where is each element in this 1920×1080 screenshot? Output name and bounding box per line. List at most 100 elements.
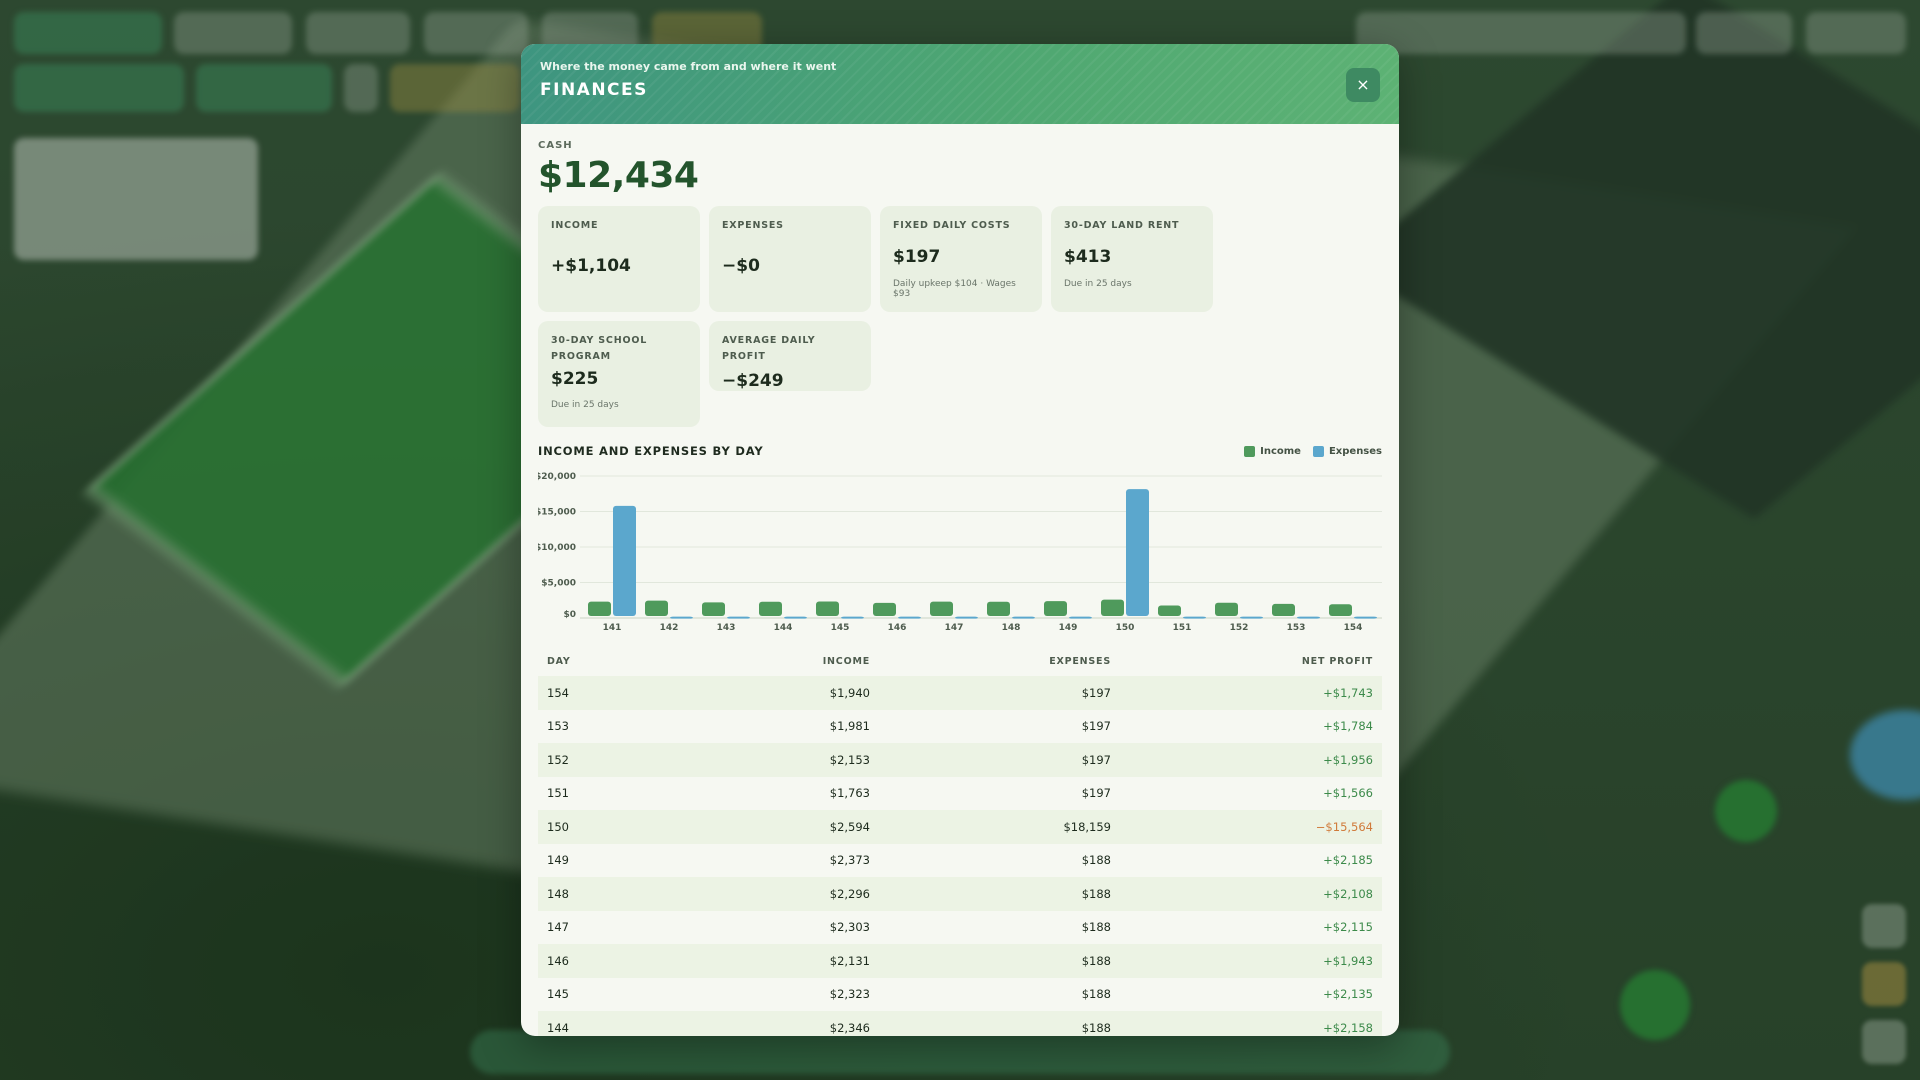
x-tick-label: 145 xyxy=(831,623,850,633)
card-value: +$1,104 xyxy=(551,256,631,276)
net-profit-cell: +$1,566 xyxy=(1323,786,1373,801)
legend-expenses-label: Expenses xyxy=(1328,445,1382,457)
expenses-cell: $18,159 xyxy=(1063,819,1111,834)
net-profit-cell: +$2,115 xyxy=(1323,920,1373,935)
net-profit-cell: −$15,564 xyxy=(1315,819,1373,834)
col-day-header: DAY xyxy=(547,655,571,667)
expenses-bar xyxy=(727,616,750,619)
card-label: AVERAGE DAILY PROFIT xyxy=(722,335,816,362)
card-label: 30-DAY LAND RENT xyxy=(1064,220,1180,231)
summary-cards: INCOME +$1,104 EXPENSES −$0 FIXED DAILY … xyxy=(538,206,1382,427)
cash-label: CASH xyxy=(538,140,573,151)
income-cell: $2,373 xyxy=(829,853,870,868)
y-tick-label: $15,000 xyxy=(538,508,576,518)
income-bar xyxy=(987,601,1010,616)
card-value: $413 xyxy=(1064,247,1112,267)
day-cell: 146 xyxy=(547,953,569,968)
x-tick-label: 151 xyxy=(1173,623,1192,633)
table-header: DAY INCOME EXPENSES NET PROFIT xyxy=(538,646,1382,676)
card-label: 30-DAY SCHOOL PROGRAM xyxy=(551,335,648,362)
card-value: −$0 xyxy=(722,256,760,276)
table-row: 154 $1,940 $197 +$1,743 xyxy=(538,676,1382,710)
table-body: 154 $1,940 $197 +$1,743 153 $1,981 $197 +$1,784… xyxy=(538,676,1382,1036)
col-income-header: INCOME xyxy=(822,655,870,667)
school-program-card: 30-DAY SCHOOL PROGRAM $225 Due in 25 day… xyxy=(538,321,700,427)
card-value: −$249 xyxy=(722,371,784,391)
day-cell: 153 xyxy=(547,719,569,734)
x-tick-label: 147 xyxy=(945,623,964,633)
income-cell: $2,131 xyxy=(829,953,870,968)
expenses-cell: $188 xyxy=(1081,987,1111,1002)
col-net-header: NET PROFIT xyxy=(1301,655,1373,667)
income-cell: $1,981 xyxy=(829,719,870,734)
x-tick-label: 154 xyxy=(1344,623,1363,633)
net-profit-cell: +$2,185 xyxy=(1323,853,1373,868)
income-cell: $2,153 xyxy=(829,752,870,767)
table-row: 148 $2,296 $188 +$2,108 xyxy=(538,877,1382,911)
expenses-bar xyxy=(1354,616,1377,619)
day-cell: 151 xyxy=(547,786,569,801)
chart-header: INCOME AND EXPENSES BY DAY Income Expens… xyxy=(538,444,1382,458)
income-cell: $2,296 xyxy=(829,886,870,901)
table-row: 145 $2,323 $188 +$2,135 xyxy=(538,978,1382,1012)
day-cell: 145 xyxy=(547,987,569,1002)
net-profit-cell: +$2,158 xyxy=(1323,1020,1373,1035)
finances-modal: Where the money came from and where it w… xyxy=(521,44,1399,1036)
income-bar xyxy=(702,602,725,616)
x-tick-label: 148 xyxy=(1002,623,1021,633)
x-tick-label: 141 xyxy=(603,623,622,633)
card-note: Due in 25 days xyxy=(551,400,619,410)
expenses-bar xyxy=(670,616,693,619)
expenses-bar xyxy=(784,616,807,619)
income-expenses-chart: $0 $5,000 $10,000 $15,000 $20,000 141 142 143 14… xyxy=(538,468,1382,636)
table-row: 146 $2,131 $188 +$1,943 xyxy=(538,944,1382,978)
income-bar xyxy=(588,601,611,616)
income-cell: $2,346 xyxy=(829,1020,870,1035)
chart-svg: $0 $5,000 $10,000 $15,000 $20,000 141 142 143 14… xyxy=(538,472,1382,633)
income-bar xyxy=(816,601,839,616)
table-row: 151 $1,763 $197 +$1,566 xyxy=(538,777,1382,811)
income-bar xyxy=(873,602,896,616)
y-tick-label: $5,000 xyxy=(541,579,576,589)
expenses-cell: $197 xyxy=(1081,719,1111,734)
card-note: Daily upkeep $104 · Wages $93 xyxy=(893,279,1016,299)
income-cell: $1,763 xyxy=(829,786,870,801)
expenses-bar xyxy=(1012,616,1035,619)
income-cell: $2,323 xyxy=(829,987,870,1002)
close-icon: × xyxy=(1356,75,1370,94)
expenses-cell: $188 xyxy=(1081,886,1111,901)
expenses-bar xyxy=(1240,616,1263,619)
land-rent-card: 30-DAY LAND RENT $413 Due in 25 days xyxy=(1051,206,1213,312)
legend-income: Income xyxy=(1244,445,1301,457)
income-bar xyxy=(759,601,782,616)
card-value: $197 xyxy=(893,247,941,267)
net-profit-cell: +$1,743 xyxy=(1323,685,1373,700)
net-profit-cell: +$1,943 xyxy=(1323,953,1373,968)
income-bar xyxy=(930,601,953,616)
y-tick-label: $10,000 xyxy=(538,543,576,553)
card-note: Due in 25 days xyxy=(1064,279,1132,289)
expenses-bar xyxy=(1069,616,1092,619)
expenses-swatch xyxy=(1312,445,1324,457)
expenses-cell: $188 xyxy=(1081,920,1111,935)
income-bar xyxy=(1158,605,1181,616)
expenses-cell: $197 xyxy=(1081,786,1111,801)
table-row: 150 $2,594 $18,159 −$15,564 xyxy=(538,810,1382,844)
close-button[interactable]: × xyxy=(1346,68,1380,102)
day-cell: 148 xyxy=(547,886,569,901)
x-tick-label: 144 xyxy=(774,623,793,633)
income-bar xyxy=(645,600,668,616)
day-cell: 150 xyxy=(547,819,569,834)
net-profit-cell: +$1,956 xyxy=(1323,752,1373,767)
col-expenses-header: EXPENSES xyxy=(1049,655,1111,667)
x-tick-label: 149 xyxy=(1059,623,1078,633)
table-row: 144 $2,346 $188 +$2,158 xyxy=(538,1011,1382,1036)
y-tick-label: $0 xyxy=(563,610,576,620)
modal-title: FINANCES xyxy=(540,80,648,100)
expenses-bar xyxy=(1297,616,1320,619)
card-label: INCOME xyxy=(551,220,599,231)
legend-expenses: Expenses xyxy=(1312,445,1382,457)
net-profit-cell: +$1,784 xyxy=(1323,719,1373,734)
expenses-bar xyxy=(955,616,978,619)
x-tick-label: 153 xyxy=(1287,623,1306,633)
